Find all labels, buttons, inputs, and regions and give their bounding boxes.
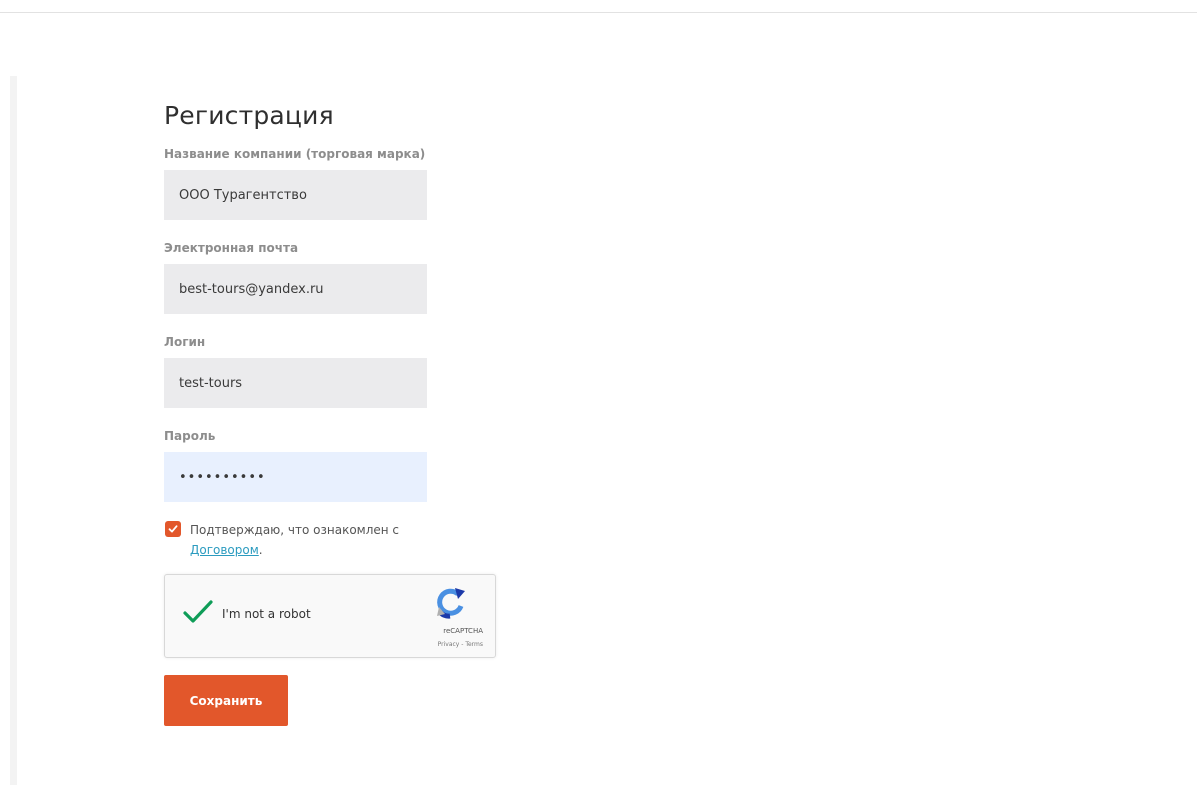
captcha-checkbox[interactable] xyxy=(182,599,214,629)
agreement-row: Подтверждаю, что ознакомлен с Договором. xyxy=(164,520,504,564)
checkmark-icon xyxy=(168,525,178,533)
contract-link[interactable]: Договором xyxy=(190,543,259,557)
agreement-text-body: Подтверждаю, что ознакомлен с xyxy=(190,523,400,537)
left-rail xyxy=(10,76,17,785)
captcha-label: I'm not a robot xyxy=(222,607,311,621)
agreement-text-suffix: . xyxy=(258,543,263,557)
email-label: Электронная почта xyxy=(164,241,299,255)
password-label: Пароль xyxy=(164,429,216,443)
captcha-checkmark-icon xyxy=(183,600,213,623)
captcha-brand: reCAPTCHA xyxy=(443,627,483,635)
agreement-checkbox[interactable] xyxy=(165,521,181,537)
captcha-terms-link[interactable]: Privacy - Terms xyxy=(438,641,483,648)
password-input[interactable] xyxy=(164,452,427,502)
recaptcha-widget: I'm not a robot reCAPTCHA Privacy - Term… xyxy=(164,574,496,658)
email-input[interactable] xyxy=(164,264,427,314)
agreement-text: Подтверждаю, что ознакомлен с Договором. xyxy=(190,520,430,560)
top-divider xyxy=(0,12,1197,13)
registration-form: Регистрация Название компании (торговая … xyxy=(164,100,504,726)
recaptcha-logo-icon xyxy=(433,587,469,625)
login-label: Логин xyxy=(164,335,206,349)
login-input[interactable] xyxy=(164,358,427,408)
page-title: Регистрация xyxy=(164,101,334,130)
company-name-label: Название компании (торговая марка) xyxy=(164,147,426,161)
save-button[interactable]: Сохранить xyxy=(164,675,288,726)
company-name-input[interactable] xyxy=(164,170,427,220)
